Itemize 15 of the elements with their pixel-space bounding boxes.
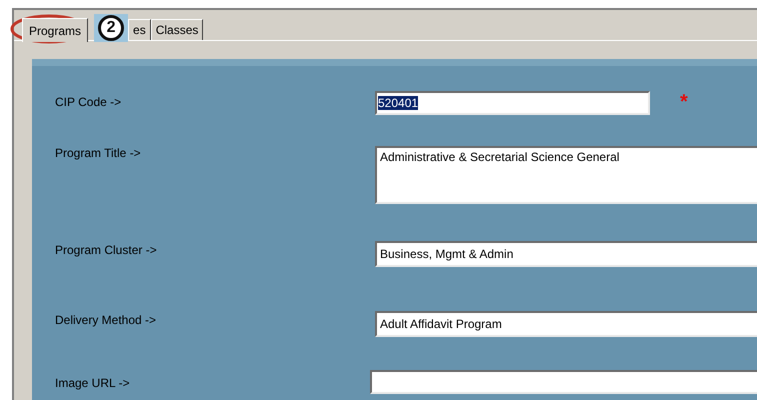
input-field[interactable]: Administrative & Secretarial Science General <box>375 146 757 204</box>
field-label: CIP Code -> <box>55 94 122 111</box>
field-label: Program Title -> <box>55 146 142 162</box>
field-label: Delivery Method -> <box>55 312 158 329</box>
input-field[interactable] <box>370 370 757 394</box>
input-field[interactable]: 520401 <box>375 91 650 115</box>
field-label: Program Cluster -> <box>55 242 158 259</box>
input-field[interactable]: Adult Affidavit Program <box>375 311 757 337</box>
input-field[interactable]: Business, Mgmt & Admin <box>375 241 757 267</box>
required-mark: * <box>680 91 688 113</box>
tab[interactable]: es <box>128 19 151 40</box>
tab[interactable]: Classes <box>150 19 204 40</box>
tab[interactable]: Programs <box>22 18 88 42</box>
callout-badge: 2 <box>94 14 128 42</box>
field-label: Image URL -> <box>55 375 131 392</box>
